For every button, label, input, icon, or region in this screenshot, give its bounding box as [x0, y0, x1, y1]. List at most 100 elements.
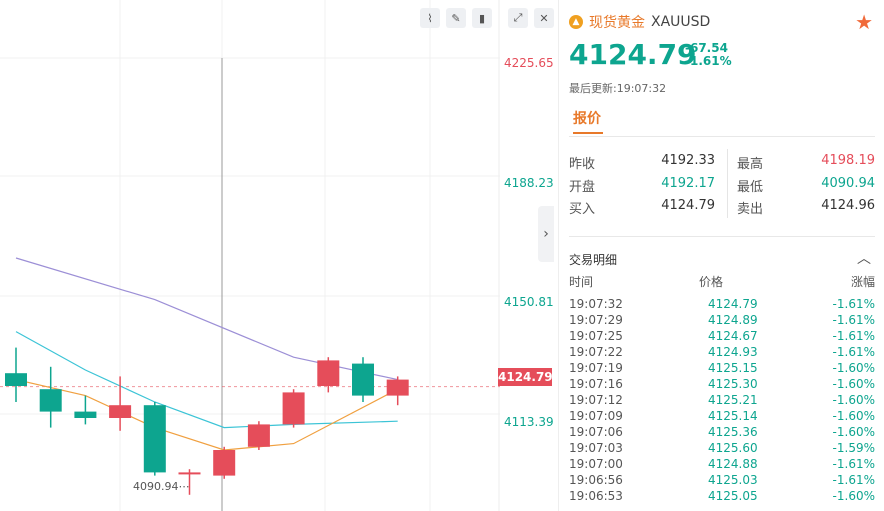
trade-time: 19:07:22 — [569, 345, 623, 359]
quote-label: 最低 — [737, 180, 764, 195]
trade-row: 19:07:00 4124.88 -1.61% — [569, 457, 875, 473]
trade-price: 4125.05 — [708, 489, 758, 503]
collapse-panel-button[interactable]: › — [538, 206, 554, 262]
quote-row: 开盘 4192.17 最低 4090.94 — [569, 172, 875, 198]
last-updated: 最后更新:19:07:32 — [569, 82, 667, 95]
trade-change: -1.61% — [832, 313, 875, 327]
trade-change: -1.61% — [832, 329, 875, 343]
quote-label: 最高 — [737, 157, 764, 172]
trade-time: 19:06:56 — [569, 473, 623, 487]
trade-change: -1.60% — [832, 489, 875, 503]
trade-row: 19:06:56 4125.03 -1.61% — [569, 473, 875, 489]
y-tick-label: 4150.81 — [504, 295, 554, 309]
candlestick-icon[interactable]: ▮ — [472, 8, 492, 28]
expand-icon[interactable]: ⤢ — [508, 8, 528, 28]
gold-icon: ▲ — [569, 15, 583, 29]
trade-price: 4125.14 — [708, 409, 758, 423]
trade-price: 4125.15 — [708, 361, 758, 375]
draw-icon[interactable]: ✎ — [446, 8, 466, 28]
trade-price: 4124.67 — [708, 329, 758, 343]
col-time: 时间 — [569, 275, 594, 289]
trade-change: -1.59% — [832, 441, 875, 455]
trade-time: 19:07:00 — [569, 457, 623, 471]
candle-body — [386, 379, 409, 396]
trade-change: -1.60% — [832, 425, 875, 439]
candle-body — [213, 450, 236, 476]
quote-value: 4192.17 — [661, 176, 715, 191]
trade-row: 19:06:53 4125.05 -1.60% — [569, 489, 875, 505]
trade-change: -1.60% — [832, 377, 875, 391]
candle-body — [352, 363, 374, 396]
trades-header: 时间 价格 涨幅 — [569, 273, 875, 289]
candle-body — [5, 373, 27, 386]
quote-label: 卖出 — [737, 202, 764, 217]
col-change: 涨幅 — [850, 275, 875, 289]
trade-row: 19:07:03 4125.60 -1.59% — [569, 441, 875, 457]
y-tick-label: 4113.39 — [504, 415, 554, 429]
trade-change: -1.61% — [832, 345, 875, 359]
trade-time: 19:07:03 — [569, 441, 623, 455]
candlestick-chart[interactable] — [0, 0, 555, 511]
line-chart-icon[interactable]: ⌇ — [420, 8, 440, 28]
trade-price: 4124.79 — [708, 297, 758, 311]
quote-value: 4198.19 — [821, 153, 875, 168]
trade-time: 19:06:53 — [569, 489, 623, 503]
candle-body — [178, 472, 201, 475]
trade-change: -1.60% — [832, 393, 875, 407]
quote-panel: ▲ 现货黄金 XAUUSD ★ 4124.79 -67.54 -1.61% 最后… — [558, 0, 884, 511]
moving-average-line — [15, 379, 398, 451]
quote-label: 昨收 — [569, 157, 596, 172]
quote-row: 昨收 4192.33 最高 4198.19 — [569, 149, 875, 175]
trade-time: 19:07:29 — [569, 313, 623, 327]
chart-toolbar: ⌇ ✎ ▮ ⤢ ✕ — [420, 8, 554, 28]
y-tick-label: 4188.23 — [504, 176, 554, 190]
trade-time: 19:07:12 — [569, 393, 623, 407]
y-tick-label: 4225.65 — [504, 56, 554, 70]
quote-value: 4192.33 — [661, 153, 715, 168]
trade-price: 4125.30 — [708, 377, 758, 391]
instrument-header: ▲ 现货黄金 XAUUSD — [569, 12, 710, 32]
trade-price: 4125.36 — [708, 425, 758, 439]
change-percent: -1.61% — [685, 54, 732, 68]
trade-row: 19:07:25 4124.67 -1.61% — [569, 329, 875, 345]
trade-row: 19:07:09 4125.14 -1.60% — [569, 409, 875, 425]
chevron-up-icon[interactable]: ︿ — [857, 248, 871, 268]
moving-average-line — [15, 257, 398, 381]
candle-body — [74, 411, 97, 418]
trade-time: 19:07:25 — [569, 329, 623, 343]
instrument-code: XAUUSD — [651, 14, 711, 30]
candle-body — [282, 392, 305, 425]
trade-time: 19:07:06 — [569, 425, 623, 439]
divider — [569, 236, 875, 237]
trade-change: -1.61% — [832, 297, 875, 311]
price-change: -67.54 -1.61% — [685, 42, 732, 68]
trades-title: 交易明细 — [569, 253, 618, 267]
trade-price: 4124.93 — [708, 345, 758, 359]
trade-row: 19:07:32 4124.79 -1.61% — [569, 297, 875, 313]
trade-time: 19:07:09 — [569, 409, 623, 423]
current-price-tag: 4124.79 — [498, 368, 553, 386]
tab-quote[interactable]: 报价 — [573, 108, 601, 128]
trade-row: 19:07:06 4125.36 -1.60% — [569, 425, 875, 441]
quote-value: 4124.96 — [821, 198, 875, 213]
column-divider — [727, 149, 728, 173]
favorite-star-icon[interactable]: ★ — [855, 10, 873, 34]
close-icon[interactable]: ✕ — [534, 8, 554, 28]
moving-average-line — [15, 331, 398, 429]
trade-change: -1.60% — [832, 409, 875, 423]
trade-change: -1.61% — [832, 457, 875, 471]
trade-price: 4125.60 — [708, 441, 758, 455]
last-price: 4124.79 — [569, 38, 697, 71]
divider — [569, 136, 875, 137]
chart-area[interactable]: ⌇ ✎ ▮ ⤢ ✕ 4225.65 4188.23 4150.81 4113.39 4… — [0, 0, 555, 511]
trade-price: 4125.03 — [708, 473, 758, 487]
trade-price: 4124.88 — [708, 457, 758, 471]
trade-row: 19:07:22 4124.93 -1.61% — [569, 345, 875, 361]
trade-time: 19:07:32 — [569, 297, 623, 311]
quote-row: 买入 4124.79 卖出 4124.96 — [569, 194, 875, 220]
trade-price: 4125.21 — [708, 393, 758, 407]
trade-price: 4124.89 — [708, 313, 758, 327]
trade-row: 19:07:19 4125.15 -1.60% — [569, 361, 875, 377]
trade-change: -1.60% — [832, 361, 875, 375]
tab-underline — [573, 132, 603, 134]
